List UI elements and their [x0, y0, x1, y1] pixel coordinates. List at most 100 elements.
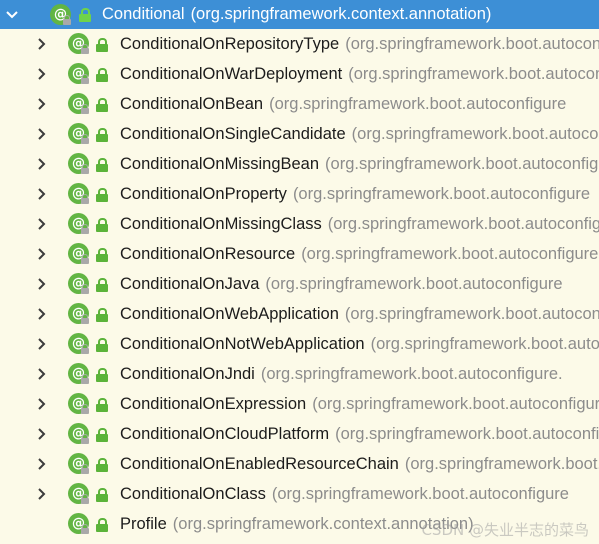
- package-name: (org.springframework.boot.autoconfigure: [271, 485, 569, 503]
- package-name: (org.springframework.boot.autoconfigure: [292, 185, 591, 203]
- package-name: (org.springframework.context.annotation): [190, 5, 492, 23]
- chevron-right-icon[interactable]: [34, 119, 50, 149]
- chevron-right-icon[interactable]: [34, 149, 50, 179]
- class-name: ConditionalOnMissingClass: [120, 215, 322, 233]
- chevron-right-icon[interactable]: [34, 269, 50, 299]
- package-name: (org.springframework.boot.autoconfigure: [325, 155, 599, 173]
- annotation-icon: @: [68, 93, 90, 115]
- annotation-icon: @: [68, 183, 90, 205]
- chevron-right-icon[interactable]: [34, 359, 50, 389]
- package-name: (org.springframework.boot.autoconfigure: [265, 275, 563, 293]
- tree-row[interactable]: @ ConditionalOnEnabledResourceChain (org.s…: [0, 449, 599, 479]
- public-lock-icon: [96, 218, 108, 232]
- tree-row-label: ConditionalOnSingleCandidate (org.springf…: [120, 119, 599, 149]
- class-name: ConditionalOnClass: [120, 485, 266, 503]
- annotation-icon: @: [68, 423, 90, 445]
- tree-row[interactable]: @ ConditionalOnWebApplication (org.springf…: [0, 299, 599, 329]
- tree-row[interactable]: @ ConditionalOnMissingClass (org.springfra…: [0, 209, 599, 239]
- annotation-icon: @: [68, 303, 90, 325]
- child-list: @ ConditionalOnRepositoryType (org.springf…: [0, 29, 599, 539]
- class-name: ConditionalOnBean: [120, 95, 264, 113]
- chevron-right-icon[interactable]: [34, 179, 50, 209]
- public-lock-icon: [96, 308, 108, 322]
- class-name: ConditionalOnExpression: [120, 395, 307, 413]
- class-name: ConditionalOnJndi: [120, 365, 255, 383]
- chevron-right-icon[interactable]: [34, 29, 50, 59]
- watermark: CSDN @失业半志的菜鸟: [421, 521, 589, 539]
- public-lock-icon: [96, 488, 108, 502]
- class-name: ConditionalOnNotWebApplication: [120, 335, 365, 353]
- public-lock-icon: [96, 68, 108, 82]
- chevron-right-icon[interactable]: [34, 239, 50, 269]
- annotation-icon: @: [68, 123, 90, 145]
- chevron-down-icon[interactable]: [4, 0, 20, 29]
- package-name: (org.springframework.boot.autoconfigure.: [260, 365, 563, 383]
- public-lock-icon: [96, 158, 108, 172]
- tree-row-label: ConditionalOnResource (org.springframewor…: [120, 239, 598, 269]
- package-name: (org.springframework.boot.autoconfigure: [327, 215, 599, 233]
- annotation-icon: @: [68, 513, 90, 535]
- annotation-icon: @: [68, 393, 90, 415]
- tree-row-label: ConditionalOnWarDeployment (org.springfra…: [120, 59, 599, 89]
- tree-row-label: ConditionalOnMissingClass (org.springfram…: [120, 209, 599, 239]
- tree-row[interactable]: @ ConditionalOnNotWebApplication (org.spri…: [0, 329, 599, 359]
- annotation-icon: @: [68, 363, 90, 385]
- class-name: ConditionalOnCloudPlatform: [120, 425, 330, 443]
- public-lock-icon: [96, 338, 108, 352]
- tree-row[interactable]: @ ConditionalOnResource (org.springframewo…: [0, 239, 599, 269]
- package-name: (org.springframework.boot.autoconfigure: [269, 95, 567, 113]
- public-lock-icon: [96, 458, 108, 472]
- class-name: ConditionalOnRepositoryType: [120, 35, 340, 53]
- annotation-icon: @: [68, 63, 90, 85]
- tree-row-label: ConditionalOnRepositoryType (org.springfr…: [120, 29, 599, 59]
- public-lock-icon: [96, 248, 108, 262]
- class-name: ConditionalOnProperty: [120, 185, 287, 203]
- tree-row[interactable]: @ ConditionalOnRepositoryType (org.springf…: [0, 29, 599, 59]
- tree-row-label: ConditionalOnJava (org.springframework.bo…: [120, 269, 563, 299]
- package-name: (org.springframework.boot.autoconfigure: [348, 65, 599, 83]
- chevron-right-icon[interactable]: [34, 389, 50, 419]
- package-name: (org.springframework.boot.autoconfigure: [312, 395, 599, 413]
- tree-row-label: Conditional (org.springframework.context.…: [102, 0, 491, 29]
- chevron-right-icon[interactable]: [34, 209, 50, 239]
- type-hierarchy-tree: @ Conditional (org.springframework.contex…: [0, 0, 599, 539]
- public-lock-icon: [96, 98, 108, 112]
- tree-row[interactable]: @ ConditionalOnProperty (org.springframewo…: [0, 179, 599, 209]
- tree-row-label: ConditionalOnMissingBean (org.springframe…: [120, 149, 599, 179]
- public-lock-icon: [96, 518, 108, 532]
- tree-row[interactable]: @ ConditionalOnExpression (org.springframe…: [0, 389, 599, 419]
- class-name: ConditionalOnWebApplication: [120, 305, 339, 323]
- class-name: ConditionalOnJava: [120, 275, 260, 293]
- chevron-right-icon[interactable]: [34, 419, 50, 449]
- class-name: Profile: [120, 515, 167, 533]
- tree-row-label: ConditionalOnExpression (org.springframew…: [120, 389, 599, 419]
- tree-row-label: ConditionalOnProperty (org.springframewor…: [120, 179, 590, 209]
- chevron-right-icon[interactable]: [34, 299, 50, 329]
- tree-row[interactable]: @ ConditionalOnClass (org.springframework.…: [0, 479, 599, 509]
- tree-row[interactable]: @ ConditionalOnJndi (org.springframework.b…: [0, 359, 599, 389]
- tree-row-label: ConditionalOnCloudPlatform (org.springfra…: [120, 419, 599, 449]
- chevron-right-icon[interactable]: [34, 479, 50, 509]
- class-name: ConditionalOnMissingBean: [120, 155, 320, 173]
- package-name: (org.springframework.boot.autoconfigure: [335, 425, 599, 443]
- public-lock-icon: [96, 188, 108, 202]
- annotation-icon: @: [68, 213, 90, 235]
- public-lock-icon: [79, 8, 91, 22]
- chevron-right-icon[interactable]: [34, 449, 50, 479]
- tree-row-label: ConditionalOnWebApplication (org.springfr…: [120, 299, 599, 329]
- tree-row[interactable]: @ ConditionalOnJava (org.springframework.b…: [0, 269, 599, 299]
- chevron-right-icon[interactable]: [34, 89, 50, 119]
- class-name: Conditional: [102, 5, 185, 23]
- chevron-right-icon[interactable]: [34, 329, 50, 359]
- annotation-icon: @: [68, 243, 90, 265]
- package-name: (org.springframework.boot.autoconfigure: [370, 335, 599, 353]
- tree-row-root[interactable]: @ Conditional (org.springframework.contex…: [0, 0, 599, 29]
- tree-row[interactable]: @ ConditionalOnBean (org.springframework.b…: [0, 89, 599, 119]
- tree-row[interactable]: @ ConditionalOnWarDeployment (org.springfr…: [0, 59, 599, 89]
- tree-row[interactable]: @ ConditionalOnSingleCandidate (org.spring…: [0, 119, 599, 149]
- annotation-icon: @: [50, 4, 72, 26]
- tree-row[interactable]: @ ConditionalOnMissingBean (org.springfram…: [0, 149, 599, 179]
- tree-row[interactable]: @ ConditionalOnCloudPlatform (org.springfr…: [0, 419, 599, 449]
- annotation-icon: @: [68, 483, 90, 505]
- chevron-right-icon[interactable]: [34, 59, 50, 89]
